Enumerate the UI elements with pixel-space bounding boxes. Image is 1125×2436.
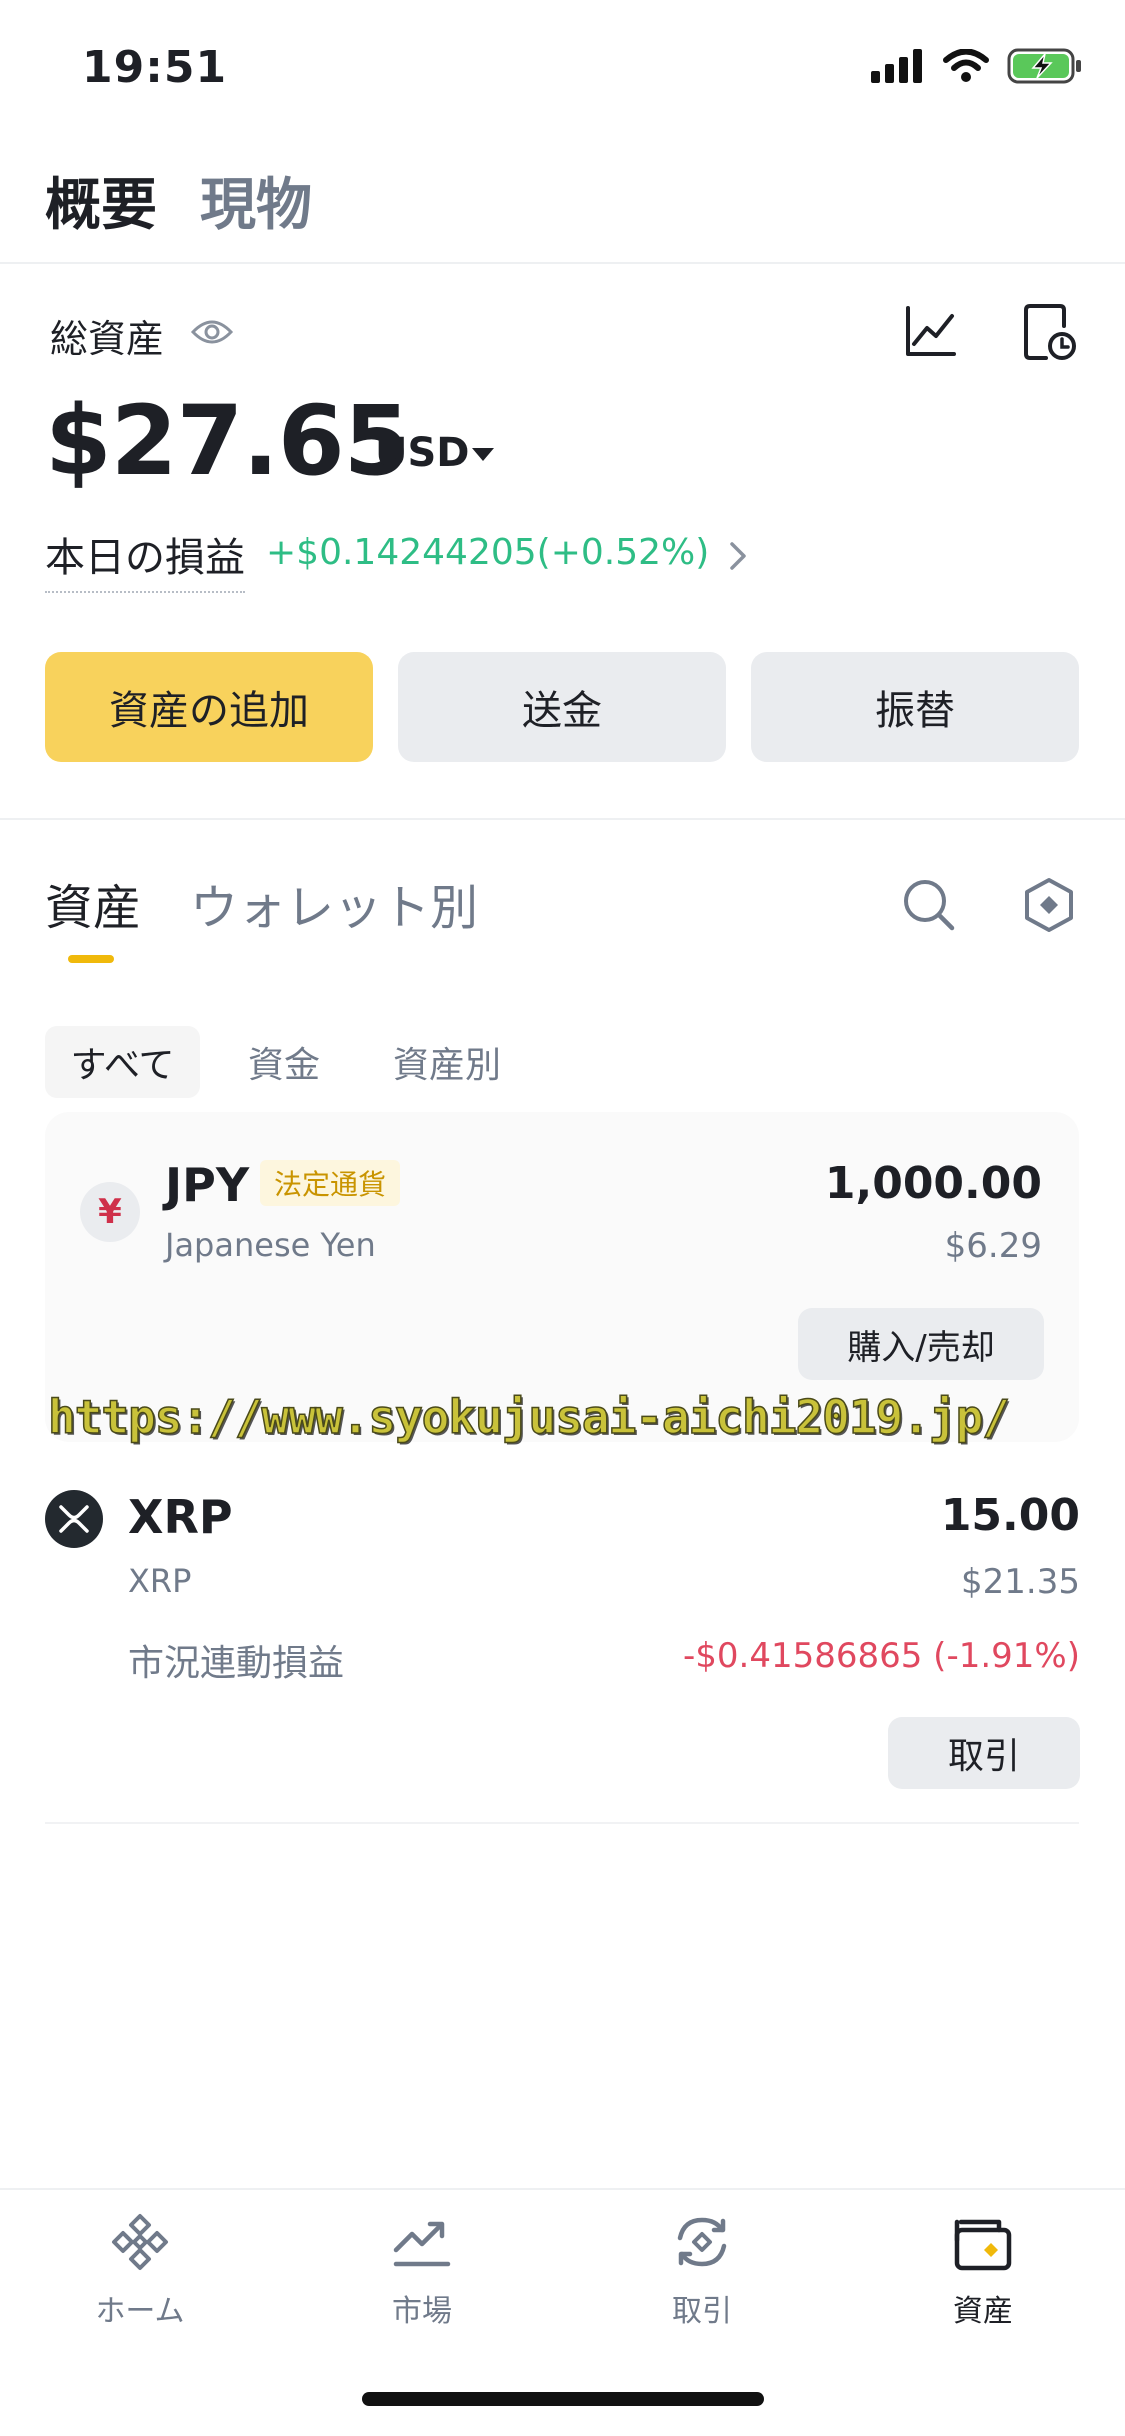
nav-label: ホーム bbox=[95, 2294, 185, 2329]
today-pnl-label[interactable]: 本日の損益 bbox=[45, 525, 245, 593]
eye-icon[interactable] bbox=[190, 316, 234, 348]
nav-trade[interactable]: 取引 bbox=[602, 2210, 802, 2330]
divider bbox=[0, 818, 1125, 820]
buy-sell-button[interactable]: 購入/売却 bbox=[798, 1308, 1044, 1380]
nav-label: 資産 bbox=[953, 2294, 1013, 2329]
watermark-url: https://www.syokujusai-aichi2019.jp/ bbox=[47, 1389, 1011, 1445]
asset-amount: 15.00 bbox=[940, 1490, 1080, 1541]
battery-charging-icon bbox=[1007, 48, 1081, 84]
today-pnl-value[interactable]: +$0.14244205(+0.52%) bbox=[266, 532, 709, 573]
tab-assets[interactable]: 資産 bbox=[45, 868, 141, 938]
wallet-icon bbox=[954, 2219, 1012, 2271]
market-pnl-label: 市況連動損益 bbox=[128, 1643, 345, 1684]
status-time: 19:51 bbox=[82, 42, 228, 93]
cellular-signal-icon bbox=[871, 49, 922, 83]
asset-name: Japanese Yen bbox=[165, 1226, 376, 1264]
nav-market[interactable]: 市場 bbox=[322, 2210, 522, 2330]
asset-name: XRP bbox=[128, 1562, 192, 1600]
home-indicator[interactable] bbox=[362, 2392, 764, 2406]
add-asset-button[interactable]: 資産の追加 bbox=[45, 652, 373, 762]
fiat-badge: 法定通貨 bbox=[260, 1160, 401, 1206]
nav-label: 市場 bbox=[392, 2294, 452, 2329]
currency-selector[interactable]: USD bbox=[375, 430, 470, 476]
tab-overview[interactable]: 概要 bbox=[45, 160, 157, 241]
nav-label: 取引 bbox=[672, 2294, 732, 2329]
nav-home[interactable]: ホーム bbox=[40, 2210, 240, 2330]
caret-down-icon[interactable] bbox=[472, 448, 494, 461]
tab-spot[interactable]: 現物 bbox=[200, 160, 312, 241]
transfer-button[interactable]: 振替 bbox=[751, 652, 1079, 762]
filter-all[interactable]: すべて bbox=[45, 1026, 200, 1098]
send-button[interactable]: 送金 bbox=[398, 652, 726, 762]
chevron-right-icon[interactable] bbox=[728, 540, 748, 572]
settings-hexagon-icon[interactable] bbox=[1022, 876, 1076, 934]
xrp-logo-icon bbox=[45, 1490, 103, 1548]
market-trend-icon bbox=[393, 2221, 451, 2267]
trade-exchange-icon bbox=[677, 2217, 727, 2267]
chart-analysis-icon[interactable] bbox=[900, 302, 960, 362]
divider bbox=[0, 262, 1125, 264]
total-assets-label: 総資産 bbox=[50, 317, 165, 361]
status-icons bbox=[871, 48, 1083, 84]
market-pnl-value: -$0.41586865 (-1.91%) bbox=[682, 1636, 1080, 1676]
filter-by-asset[interactable]: 資産別 bbox=[393, 1026, 501, 1098]
asset-symbol: JPY bbox=[165, 1158, 250, 1212]
asset-usd-value: $6.29 bbox=[944, 1226, 1042, 1266]
divider bbox=[45, 1822, 1079, 1824]
nav-assets[interactable]: 資産 bbox=[883, 2210, 1083, 2330]
active-tab-indicator bbox=[68, 955, 114, 963]
history-document-icon[interactable] bbox=[1022, 302, 1078, 364]
search-icon[interactable] bbox=[900, 876, 958, 934]
wifi-icon bbox=[943, 49, 989, 82]
yen-icon: ¥ bbox=[80, 1182, 140, 1242]
total-balance: $27.65 bbox=[45, 385, 410, 497]
binance-logo-icon bbox=[112, 2214, 168, 2270]
asset-usd-value: $21.35 bbox=[961, 1562, 1080, 1602]
filter-funding[interactable]: 資金 bbox=[248, 1026, 320, 1098]
asset-symbol: XRP bbox=[128, 1490, 233, 1544]
trade-button[interactable]: 取引 bbox=[888, 1717, 1080, 1789]
tab-by-wallet[interactable]: ウォレット別 bbox=[190, 868, 478, 938]
asset-amount: 1,000.00 bbox=[824, 1158, 1042, 1209]
